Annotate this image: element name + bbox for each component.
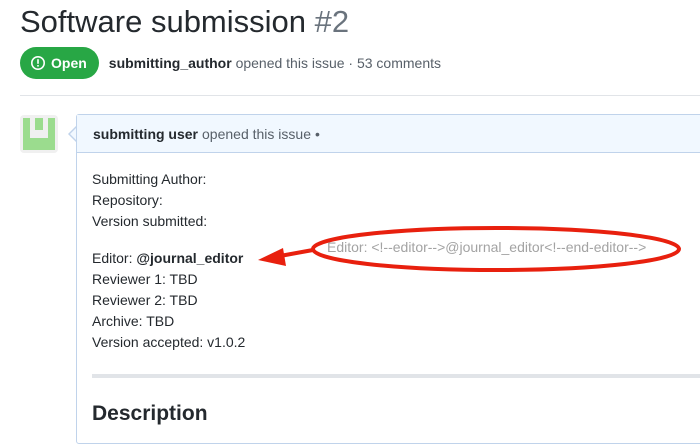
issue-opened-icon [31, 56, 45, 70]
issue-number: #2 [314, 4, 350, 39]
issue-author-link[interactable]: submitting_author [109, 55, 232, 71]
version-accepted-field: Version accepted: v1.0.2 [92, 334, 246, 350]
description-heading: Description [92, 402, 208, 425]
open-state-badge: Open [20, 47, 99, 79]
repository-field: Repository: [92, 192, 163, 208]
issue-meta: submitting_author opened this issue · 53… [109, 55, 441, 71]
issue-state-row: Open submitting_author opened this issue… [20, 47, 441, 79]
editor-label: Editor: [92, 250, 133, 266]
section-divider [92, 374, 700, 378]
issue-title-text: Software submission [20, 4, 307, 39]
comment-header: submitting user opened this issue • [77, 115, 700, 153]
submitting-author-field: Submitting Author: [92, 171, 207, 187]
editor-mention-link[interactable]: @journal_editor [136, 250, 243, 266]
state-label: Open [51, 55, 87, 71]
archive-field: Archive: TBD [92, 313, 175, 329]
opened-text: opened this issue [235, 55, 345, 71]
reviewer1-field: Reviewer 1: TBD [92, 271, 198, 287]
comment-header-dot: • [314, 125, 320, 142]
issue-title: Software submission #2 [20, 2, 349, 42]
header-divider [20, 95, 700, 96]
comment-header-text: opened this issue [202, 125, 311, 142]
comment-author-link[interactable]: submitting user [93, 126, 198, 142]
version-submitted-field: Version submitted: [92, 213, 208, 229]
annotation-callout-text: Editor: <!--editor-->@journal_editor<!--… [327, 239, 647, 255]
avatar[interactable] [20, 115, 58, 153]
comment-count: · 53 comments [348, 55, 442, 71]
editor-field: Editor: @journal_editor [92, 248, 243, 269]
reviewer2-field: Reviewer 2: TBD [92, 292, 198, 308]
identicon-icon [20, 115, 58, 153]
